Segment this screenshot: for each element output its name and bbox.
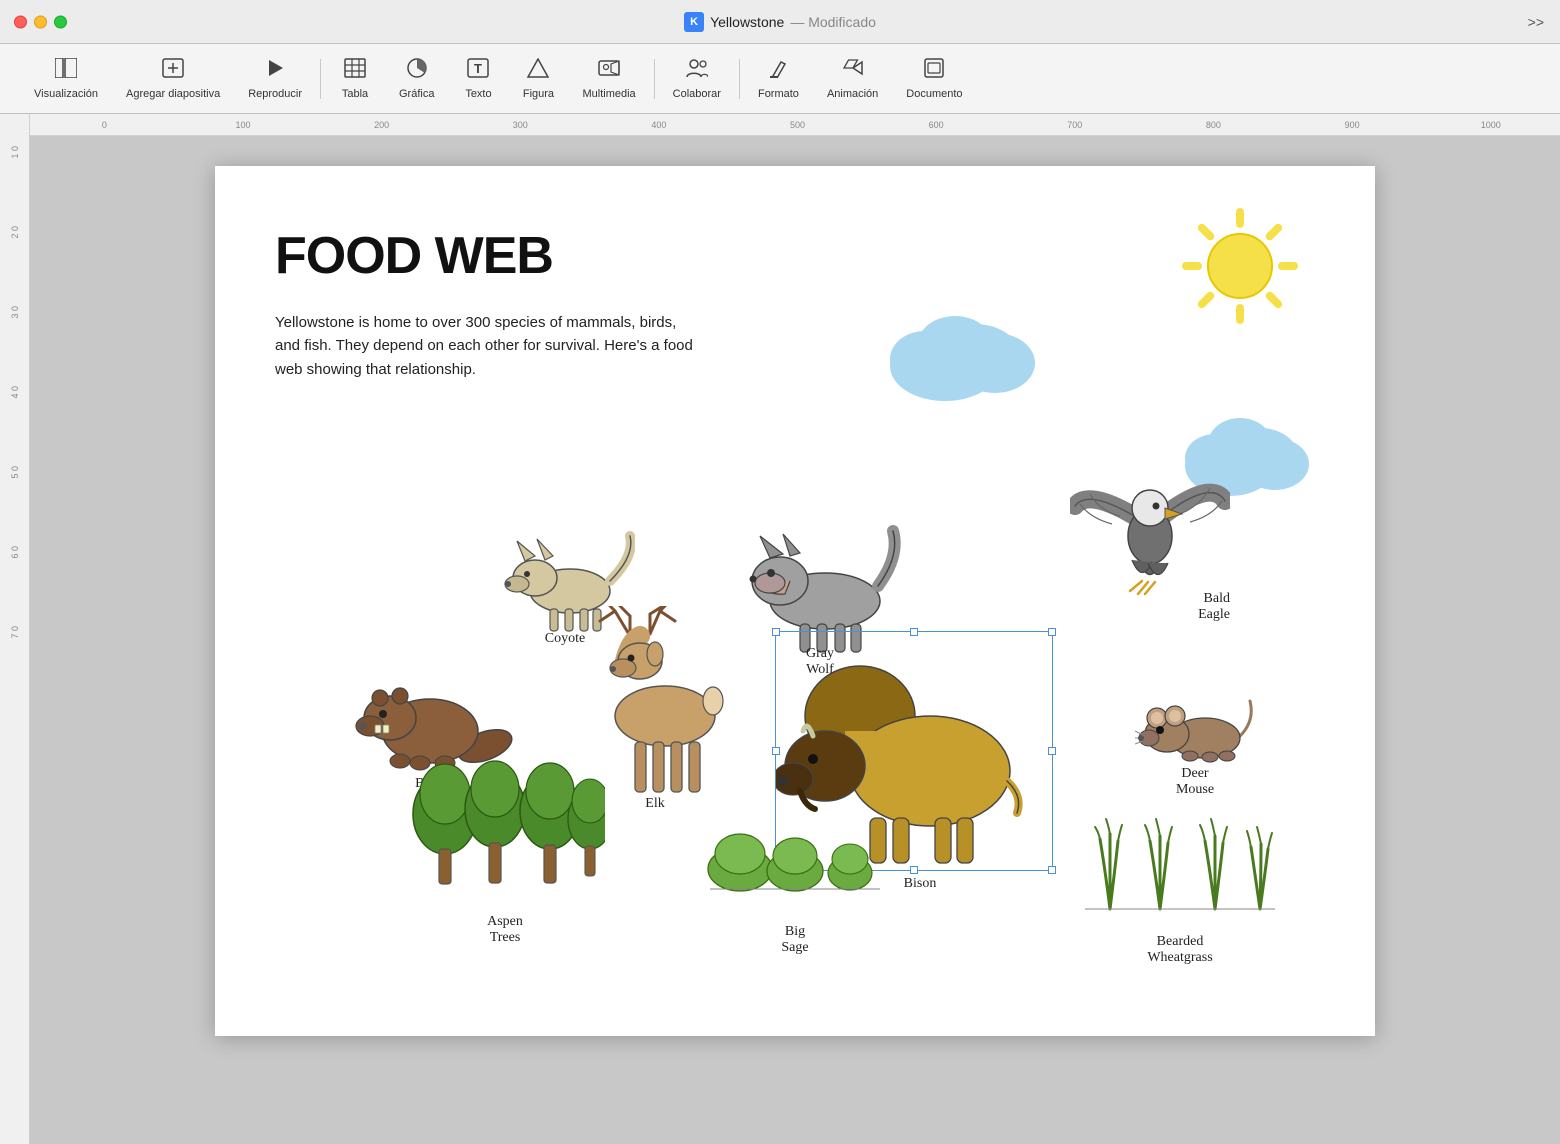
fullscreen-button[interactable]	[54, 15, 67, 28]
toolbar-divider-3	[739, 59, 740, 99]
multimedia-icon	[598, 58, 620, 84]
ruler-mark-3: 3 0	[0, 306, 29, 386]
sun-illustration	[1180, 206, 1300, 326]
modified-label: — Modificado	[790, 14, 876, 30]
window-title: K Yellowstone — Modificado	[684, 12, 876, 32]
ruler-vertical: 1 0 2 0 3 0 4 0 5 0 6 0 7 0	[0, 114, 30, 1144]
toolbar-formato-label: Formato	[758, 88, 799, 100]
bearded-wheatgrass-label: BeardedWheatgrass	[1080, 934, 1280, 966]
toolbar-reproducir[interactable]: Reproducir	[234, 52, 316, 106]
toolbar-tabla[interactable]: Tabla	[325, 52, 385, 106]
toolbar-documento[interactable]: Documento	[892, 52, 976, 106]
toolbar-grafica-label: Gráfica	[399, 88, 434, 100]
toolbar-agregar-label: Agregar diapositiva	[126, 88, 220, 100]
slide-title: FOOD WEB	[275, 226, 553, 286]
ruler-mark-7: 7 0	[0, 626, 29, 706]
toolbar-multimedia-label: Multimedia	[582, 88, 635, 100]
close-button[interactable]	[14, 15, 27, 28]
canvas-area[interactable]: FOOD WEB Yellowstone is home to over 300…	[30, 136, 1560, 1144]
ruler-mark-4: 4 0	[0, 386, 29, 466]
toolbar-divider-1	[320, 59, 321, 99]
slide[interactable]: FOOD WEB Yellowstone is home to over 300…	[215, 166, 1375, 1036]
app-body: 1 0 2 0 3 0 4 0 5 0 6 0 7 0 0 100 200 30…	[0, 114, 1560, 1144]
toolbar-tabla-label: Tabla	[342, 88, 368, 100]
toolbar-texto[interactable]: T Texto	[448, 52, 508, 106]
ruler-mark-2: 2 0	[0, 226, 29, 306]
big-sage[interactable]: BigSage	[705, 799, 885, 956]
colaborar-icon	[686, 58, 708, 84]
toolbar-colaborar-label: Colaborar	[673, 88, 721, 100]
toolbar-expand-button[interactable]: >>	[1528, 14, 1544, 30]
toolbar-formato[interactable]: Formato	[744, 52, 813, 106]
minimize-button[interactable]	[34, 15, 47, 28]
deer-mouse-animal[interactable]: DeerMouse	[1135, 676, 1255, 798]
ruler-mark-1: 1 0	[0, 146, 29, 226]
big-sage-label: BigSage	[705, 924, 885, 956]
toolbar-agregar[interactable]: Agregar diapositiva	[112, 52, 234, 106]
toolbar-animacion-label: Animación	[827, 88, 878, 100]
toolbar-animacion[interactable]: Animación	[813, 52, 892, 106]
toolbar-multimedia[interactable]: Multimedia	[568, 52, 649, 106]
texto-icon: T	[467, 58, 489, 84]
toolbar-documento-label: Documento	[906, 88, 962, 100]
toolbar-grafica[interactable]: Gráfica	[385, 52, 448, 106]
toolbar-texto-label: Texto	[465, 88, 491, 100]
traffic-lights	[14, 15, 67, 28]
toolbar-reproducir-label: Reproducir	[248, 88, 302, 100]
bearded-wheatgrass[interactable]: BeardedWheatgrass	[1080, 789, 1280, 966]
toolbar-visualizacion[interactable]: Visualización	[20, 52, 112, 106]
aspen-trees-label: AspenTrees	[405, 914, 605, 946]
tabla-icon	[344, 58, 366, 84]
formato-icon	[767, 58, 789, 84]
animacion-icon	[842, 58, 864, 84]
titlebar: K Yellowstone — Modificado >>	[0, 0, 1560, 44]
agregar-icon	[162, 58, 184, 84]
ruler-horizontal: 0 100 200 300 400 500 600 700 800 900 10…	[30, 114, 1560, 136]
svg-text:T: T	[474, 61, 482, 76]
grafica-icon	[406, 58, 428, 84]
aspen-trees[interactable]: AspenTrees	[405, 739, 605, 946]
reproducir-icon	[265, 58, 285, 84]
toolbar-visualizacion-label: Visualización	[34, 88, 98, 100]
toolbar-figura[interactable]: Figura	[508, 52, 568, 106]
doc-name: Yellowstone	[710, 14, 784, 30]
toolbar-figura-label: Figura	[523, 88, 554, 100]
ruler-mark-6: 6 0	[0, 546, 29, 626]
cloud-1	[885, 301, 1055, 406]
figura-icon	[527, 58, 549, 84]
slide-description: Yellowstone is home to over 300 species …	[275, 311, 695, 381]
visualizacion-icon	[55, 58, 77, 84]
toolbar-colaborar[interactable]: Colaborar	[659, 52, 735, 106]
app-icon: K	[684, 12, 704, 32]
ruler-mark-5: 5 0	[0, 466, 29, 546]
toolbar-divider-2	[654, 59, 655, 99]
documento-icon	[923, 58, 945, 84]
toolbar: Visualización Agregar diapositiva Reprod…	[0, 44, 1560, 114]
bald-eagle-animal[interactable]: BaldEagle	[1070, 456, 1230, 623]
main-area: 0 100 200 300 400 500 600 700 800 900 10…	[30, 114, 1560, 1144]
